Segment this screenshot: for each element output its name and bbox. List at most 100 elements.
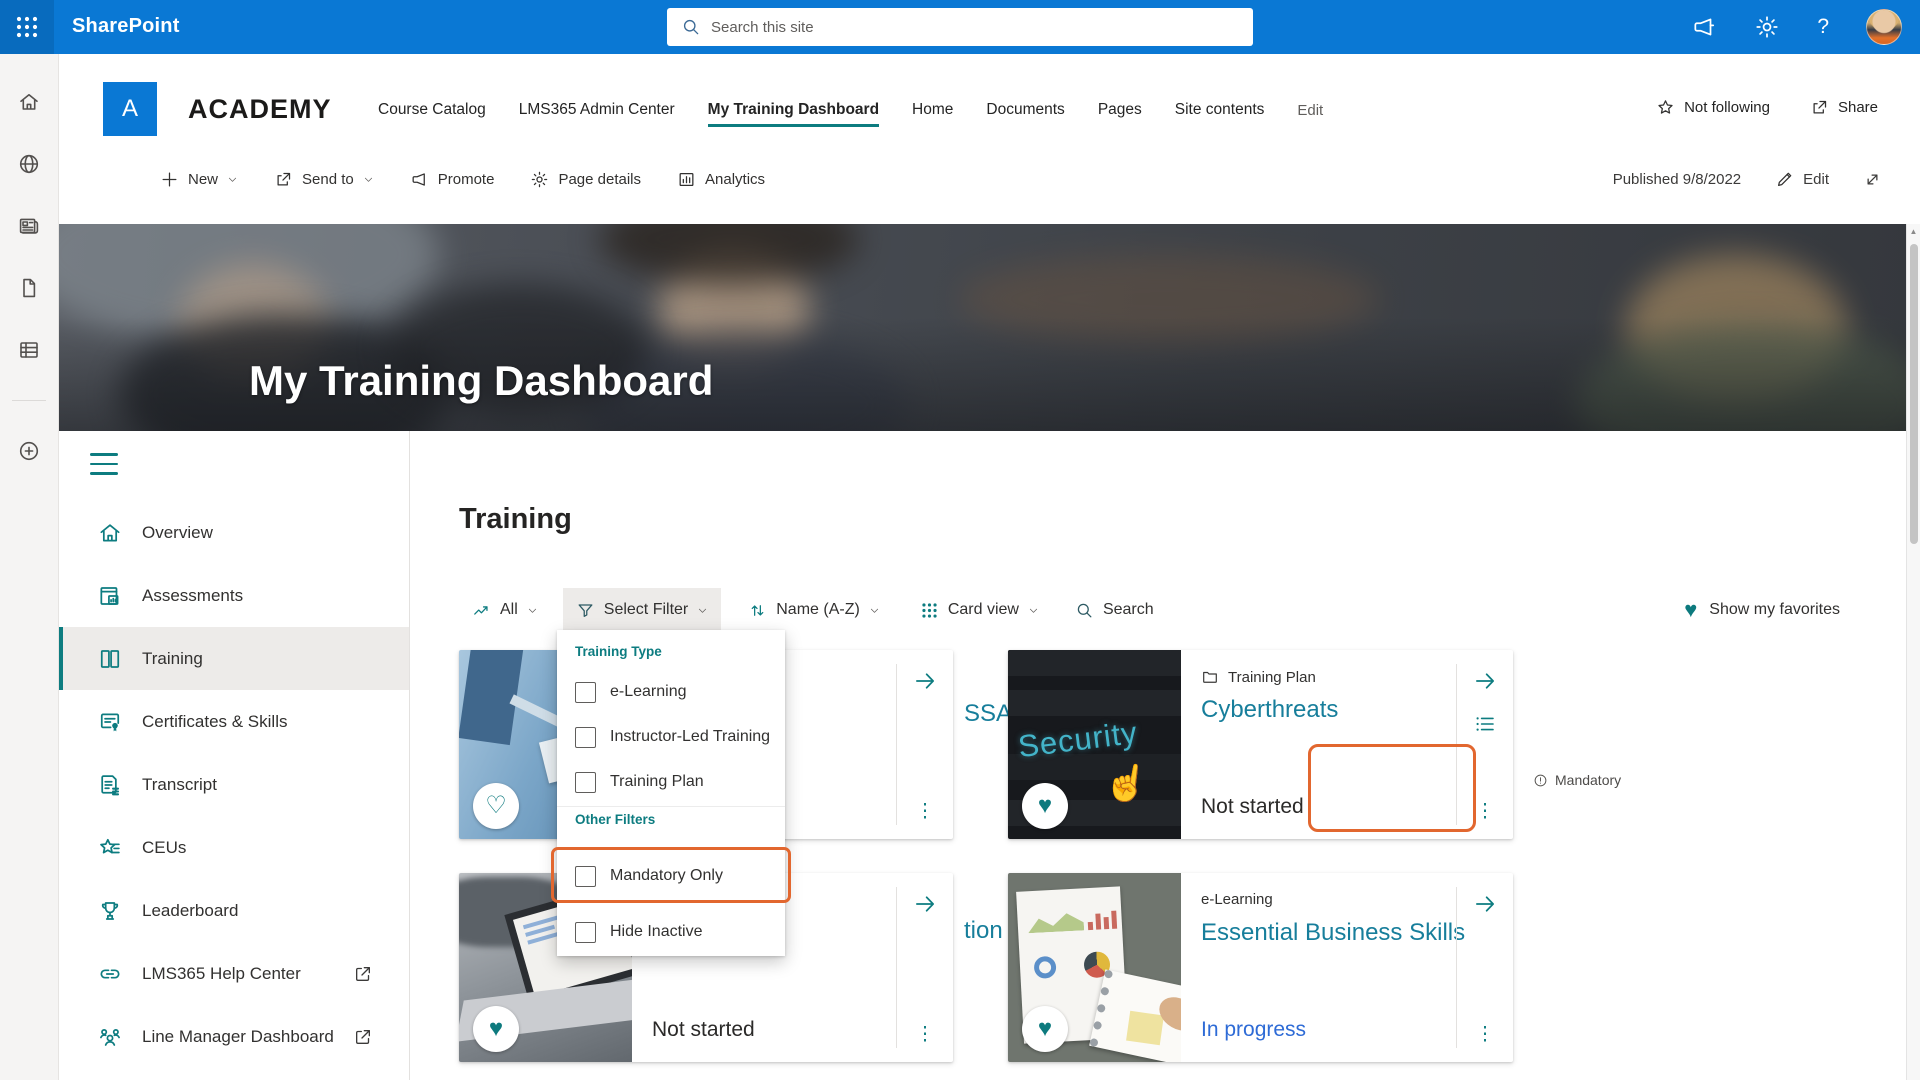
checkbox[interactable]	[575, 772, 596, 793]
site-navigation: Course Catalog LMS365 Admin Center My Tr…	[378, 101, 1323, 125]
view-mode-dropdown[interactable]: Card view	[907, 588, 1052, 632]
hand-cursor: ☝	[1101, 759, 1151, 807]
sidebar-item-ceus[interactable]: CEUs	[59, 816, 409, 879]
show-favorites-toggle[interactable]: ♥ Show my favorites	[1684, 588, 1840, 632]
favorite-button[interactable]: ♥	[473, 1006, 519, 1052]
certificate-icon	[97, 709, 123, 735]
globe-icon[interactable]	[17, 152, 41, 176]
settings-gear-icon[interactable]	[1754, 14, 1780, 40]
sidebar-item-overview[interactable]: Overview	[59, 501, 409, 564]
nav-documents[interactable]: Documents	[986, 101, 1064, 125]
sidebar-item-leaderboard[interactable]: Leaderboard	[59, 879, 409, 942]
nav-my-training-dashboard[interactable]: My Training Dashboard	[708, 101, 879, 125]
share-button[interactable]: Share	[1810, 98, 1878, 117]
library-icon[interactable]	[17, 338, 41, 362]
open-arrow-icon[interactable]	[1472, 891, 1498, 917]
sidebar-item-transcript[interactable]: Transcript	[59, 753, 409, 816]
filter-option-mandatory-only[interactable]: Mandatory Only	[575, 854, 775, 898]
dashboard-sidebar: Overview Assessments Training Certificat…	[59, 431, 410, 1080]
scroll-up-arrow[interactable]: ▲	[1907, 227, 1920, 236]
search-training-button[interactable]: Search	[1062, 588, 1167, 632]
checkbox[interactable]	[575, 866, 596, 887]
checkbox[interactable]	[575, 727, 596, 748]
open-arrow-icon[interactable]	[912, 668, 938, 694]
site-logo[interactable]: A	[103, 82, 157, 136]
favorite-button[interactable]: ♡	[473, 783, 519, 829]
card-title[interactable]: Essential Business Skills	[1201, 919, 1465, 947]
sidebar-item-help-center[interactable]: LMS365 Help Center	[59, 942, 409, 1005]
create-site-plus-icon[interactable]	[17, 439, 41, 463]
heart-icon: ♥	[1038, 794, 1052, 818]
grid-view-icon	[920, 601, 939, 620]
trending-icon	[472, 601, 491, 620]
select-filter-dropdown[interactable]: Select Filter	[563, 588, 721, 632]
open-arrow-icon[interactable]	[912, 891, 938, 917]
training-book-icon	[97, 646, 123, 672]
app-launcher-button[interactable]	[0, 0, 54, 54]
sidebar-item-assessments[interactable]: Assessments	[59, 564, 409, 627]
filter-option-elearning[interactable]: e-Learning	[575, 670, 775, 714]
sidebar-item-line-manager-dashboard[interactable]: Line Manager Dashboard	[59, 1005, 409, 1068]
training-card[interactable]: ♥ e-Learning Essential Business Skills I…	[1008, 873, 1513, 1062]
news-icon[interactable]	[17, 214, 41, 238]
help-icon[interactable]: ?	[1817, 15, 1829, 39]
expand-icon[interactable]	[1863, 170, 1882, 189]
open-arrow-icon[interactable]	[1472, 668, 1498, 694]
favorite-button[interactable]: ♥	[1022, 1006, 1068, 1052]
favorite-button[interactable]: ♥	[1022, 783, 1068, 829]
card-title[interactable]: tion	[964, 917, 1003, 945]
page: SharePoint Search this site ?	[0, 0, 1920, 1080]
follow-button[interactable]: Not following	[1656, 98, 1770, 117]
nav-site-contents[interactable]: Site contents	[1175, 101, 1265, 125]
people-group-icon	[97, 1024, 123, 1050]
filter-option-training-plan[interactable]: Training Plan	[575, 760, 775, 804]
filter-option-instructor-led[interactable]: Instructor-Led Training	[575, 715, 775, 759]
view-all-dropdown[interactable]: All	[459, 588, 551, 632]
nav-lms-admin-center[interactable]: LMS365 Admin Center	[519, 101, 675, 125]
sidebar-item-training[interactable]: Training	[59, 627, 409, 690]
more-options-icon[interactable]: ⋮	[1476, 800, 1495, 823]
chevron-down-icon	[869, 605, 880, 616]
scrollbar-thumb[interactable]	[1910, 244, 1918, 544]
sort-dropdown[interactable]: Name (A-Z)	[735, 588, 893, 632]
promote-button[interactable]: Promote	[410, 170, 495, 189]
edit-page-button[interactable]: Edit	[1775, 170, 1829, 189]
card-thumbnail[interactable]: ♥	[1008, 873, 1181, 1062]
page-scrollbar[interactable]: ▲	[1906, 224, 1920, 1080]
send-to-button[interactable]: Send to	[274, 170, 374, 189]
training-card[interactable]: Security ☝ ♥ Training Plan Cyberthreats …	[1008, 650, 1513, 839]
site-name[interactable]: ACADEMY	[188, 94, 332, 125]
home-icon[interactable]	[17, 90, 41, 114]
nav-course-catalog[interactable]: Course Catalog	[378, 101, 486, 125]
card-title[interactable]: Cyberthreats	[1201, 696, 1338, 724]
chevron-down-icon	[363, 174, 374, 185]
page-details-button[interactable]: Page details	[530, 170, 641, 189]
share-icon	[1810, 98, 1829, 117]
link-icon	[97, 961, 123, 987]
nav-pages[interactable]: Pages	[1098, 101, 1142, 125]
filter-option-hide-inactive[interactable]: Hide Inactive	[575, 910, 775, 954]
search-box[interactable]: Search this site	[667, 8, 1253, 46]
suite-bar: SharePoint Search this site ?	[0, 0, 1920, 54]
user-avatar[interactable]	[1866, 9, 1902, 45]
analytics-button[interactable]: Analytics	[677, 170, 765, 189]
card-thumbnail[interactable]: Security ☝ ♥	[1008, 650, 1181, 839]
card-type: e-Learning	[1201, 891, 1273, 908]
document-icon[interactable]	[17, 276, 41, 300]
more-options-icon[interactable]: ⋮	[1476, 1023, 1495, 1046]
more-options-icon[interactable]: ⋮	[916, 800, 935, 823]
megaphone-icon[interactable]	[1691, 14, 1717, 40]
sidebar-item-certificates-skills[interactable]: Certificates & Skills	[59, 690, 409, 753]
checkbox[interactable]	[575, 682, 596, 703]
menu-toggle-button[interactable]	[90, 453, 118, 475]
card-status: In progress	[1201, 1018, 1306, 1042]
nav-edit[interactable]: Edit	[1297, 102, 1323, 125]
more-options-icon[interactable]: ⋮	[916, 1023, 935, 1046]
ceu-star-icon	[97, 835, 123, 861]
nav-home[interactable]: Home	[912, 101, 953, 125]
app-title[interactable]: SharePoint	[72, 15, 180, 38]
checkbox[interactable]	[575, 922, 596, 943]
content-list-icon[interactable]	[1473, 712, 1497, 736]
mandatory-badge: Mandatory	[1533, 772, 1621, 788]
new-button[interactable]: New	[160, 170, 238, 189]
